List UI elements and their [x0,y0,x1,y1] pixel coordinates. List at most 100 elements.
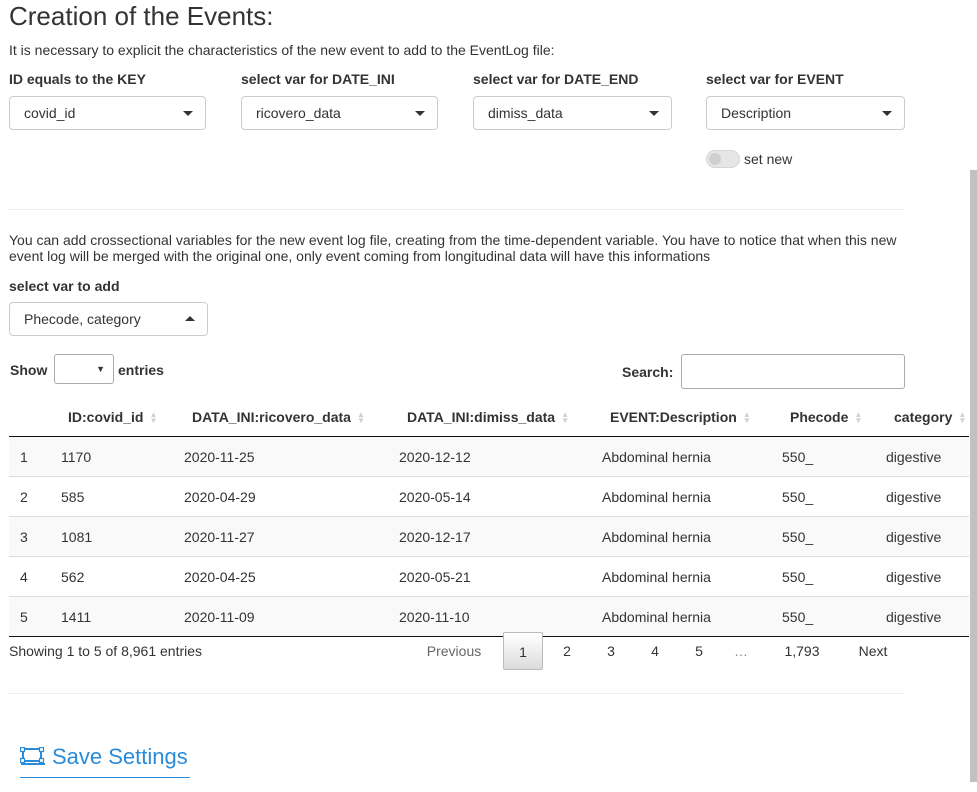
dropdown-arrow-icon: ▼ [96,364,105,374]
save-settings-button[interactable]: Save Settings [19,741,190,778]
column-header-date-end[interactable]: DATA_INI:dimiss_data ▲ ▼ [398,398,601,437]
cell-phecode: 550_ [781,516,885,557]
row-index: 1 [9,436,60,477]
divider [9,693,904,694]
id-key-select[interactable]: covid_id [9,96,206,130]
cell-event: Abdominal hernia [601,476,781,517]
pagination-page-2[interactable]: 2 [553,632,581,670]
pagination-ellipsis: … [734,643,748,659]
cell-phecode: 550_ [781,556,885,597]
pagination-page-3[interactable]: 3 [597,632,625,670]
column-header-label: DATA_INI:dimiss_data [407,409,556,425]
table-row[interactable]: 4 562 2020-04-25 2020-05-21 Abdominal he… [9,556,969,597]
search-label: Search: [622,364,674,380]
table-info-count: Showing 1 to 5 of 8,961 entries [9,643,203,659]
divider [9,209,904,210]
event-select[interactable]: Description [706,96,905,130]
page-title: Creation of the Events: [9,1,274,31]
cell-date-ini: 2020-11-27 [183,516,398,557]
var-to-add-select[interactable]: Phecode, category [9,302,208,336]
cell-id: 1081 [60,516,183,557]
save-settings-label: Save Settings [52,744,188,769]
cell-date-end: 2020-05-21 [398,556,601,597]
table-header-row: ID:covid_id ▲ ▼ DATA_INI:ricovero_data ▲ ▼ D… [9,398,969,437]
cell-phecode: 550_ [781,436,885,477]
cell-date-ini: 2020-11-25 [183,436,398,477]
entries-length-select[interactable]: ▼ [54,354,114,384]
cell-event: Abdominal hernia [601,556,781,597]
date-ini-select[interactable]: ricovero_data [241,96,438,130]
table-row[interactable]: 3 1081 2020-11-27 2020-12-17 Abdominal h… [9,516,969,557]
cell-event: Abdominal hernia [601,436,781,477]
chevron-down-icon [649,111,659,116]
cell-category: digestive [885,476,969,517]
chevron-down-icon [882,111,892,116]
chevron-down-icon [183,111,193,116]
table-row[interactable]: 5 1411 2020-11-09 2020-11-10 Abdominal h… [9,596,969,637]
chevron-down-icon [415,111,425,116]
cell-id: 1411 [60,596,183,637]
cell-date-ini: 2020-11-09 [183,596,398,637]
crosssection-info-text: You can add crossectional variables for … [9,232,897,264]
table-row[interactable]: 2 585 2020-04-29 2020-05-14 Abdominal he… [9,476,969,517]
cell-date-end: 2020-05-14 [398,476,601,517]
column-header-category[interactable]: category ▲ ▼ [885,398,969,437]
set-new-label: set new [744,151,793,167]
pagination-page-last[interactable]: 1,793 [774,632,830,670]
column-header-label: Phecode [790,409,849,425]
row-index: 2 [9,476,60,517]
toggle-knob [709,153,721,165]
entries-label: entries [118,362,164,378]
sort-icon: ▲ ▼ [356,410,365,426]
cell-id: 562 [60,556,183,597]
cell-date-ini: 2020-04-25 [183,556,398,597]
column-header-date-ini[interactable]: DATA_INI:ricovero_data ▲ ▼ [183,398,398,437]
event-select-value: Description [721,105,792,121]
pagination-page-4[interactable]: 4 [641,632,669,670]
events-table: ID:covid_id ▲ ▼ DATA_INI:ricovero_data ▲ ▼ D… [9,398,969,637]
column-header-label: EVENT:Description [610,409,737,425]
pagination-page-1[interactable]: 1 [503,632,543,670]
row-index: 5 [9,596,60,637]
column-header-id[interactable]: ID:covid_id ▲ ▼ [60,398,183,437]
date-end-label: select var for DATE_END [473,71,639,87]
id-key-label: ID equals to the KEY [9,71,146,87]
chevron-up-icon [185,316,195,321]
column-header-index[interactable] [9,398,60,437]
search-input[interactable] [681,354,905,389]
cell-date-end: 2020-12-17 [398,516,601,557]
cell-date-end: 2020-11-10 [398,596,601,637]
column-header-label: category [894,409,953,425]
column-header-phecode[interactable]: Phecode ▲ ▼ [781,398,885,437]
date-end-select[interactable]: dimiss_data [473,96,672,130]
row-index: 4 [9,556,60,597]
sort-icon: ▲ ▼ [149,410,158,426]
page-scrollbar[interactable] [970,170,977,782]
cell-phecode: 550_ [781,596,885,637]
table-row[interactable]: 1 1170 2020-11-25 2020-12-12 Abdominal h… [9,436,969,477]
date-end-select-value: dimiss_data [488,105,563,121]
column-header-event[interactable]: EVENT:Description ▲ ▼ [601,398,781,437]
pagination-previous[interactable]: Previous [414,632,494,670]
date-ini-select-value: ricovero_data [256,105,341,121]
show-label: Show [10,362,48,378]
sort-icon: ▲ ▼ [742,410,751,426]
cell-id: 1170 [60,436,183,477]
cell-id: 585 [60,476,183,517]
sort-icon: ▲ ▼ [854,410,863,426]
row-index: 3 [9,516,60,557]
id-key-select-value: covid_id [24,105,76,121]
sort-icon: ▲ ▼ [561,410,569,426]
column-header-label: ID:covid_id [68,409,144,425]
cell-date-end: 2020-12-12 [398,436,601,477]
cell-category: digestive [885,556,969,597]
pagination-next[interactable]: Next [847,632,899,670]
date-ini-label: select var for DATE_INI [241,71,395,87]
pagination-page-5[interactable]: 5 [685,632,713,670]
events-table-container: ID:covid_id ▲ ▼ DATA_INI:ricovero_data ▲ ▼ D… [9,398,969,637]
cell-category: digestive [885,436,969,477]
set-new-toggle[interactable] [706,150,740,168]
var-to-add-label: select var to add [9,278,120,294]
event-label: select var for EVENT [706,71,844,87]
cell-category: digestive [885,516,969,557]
